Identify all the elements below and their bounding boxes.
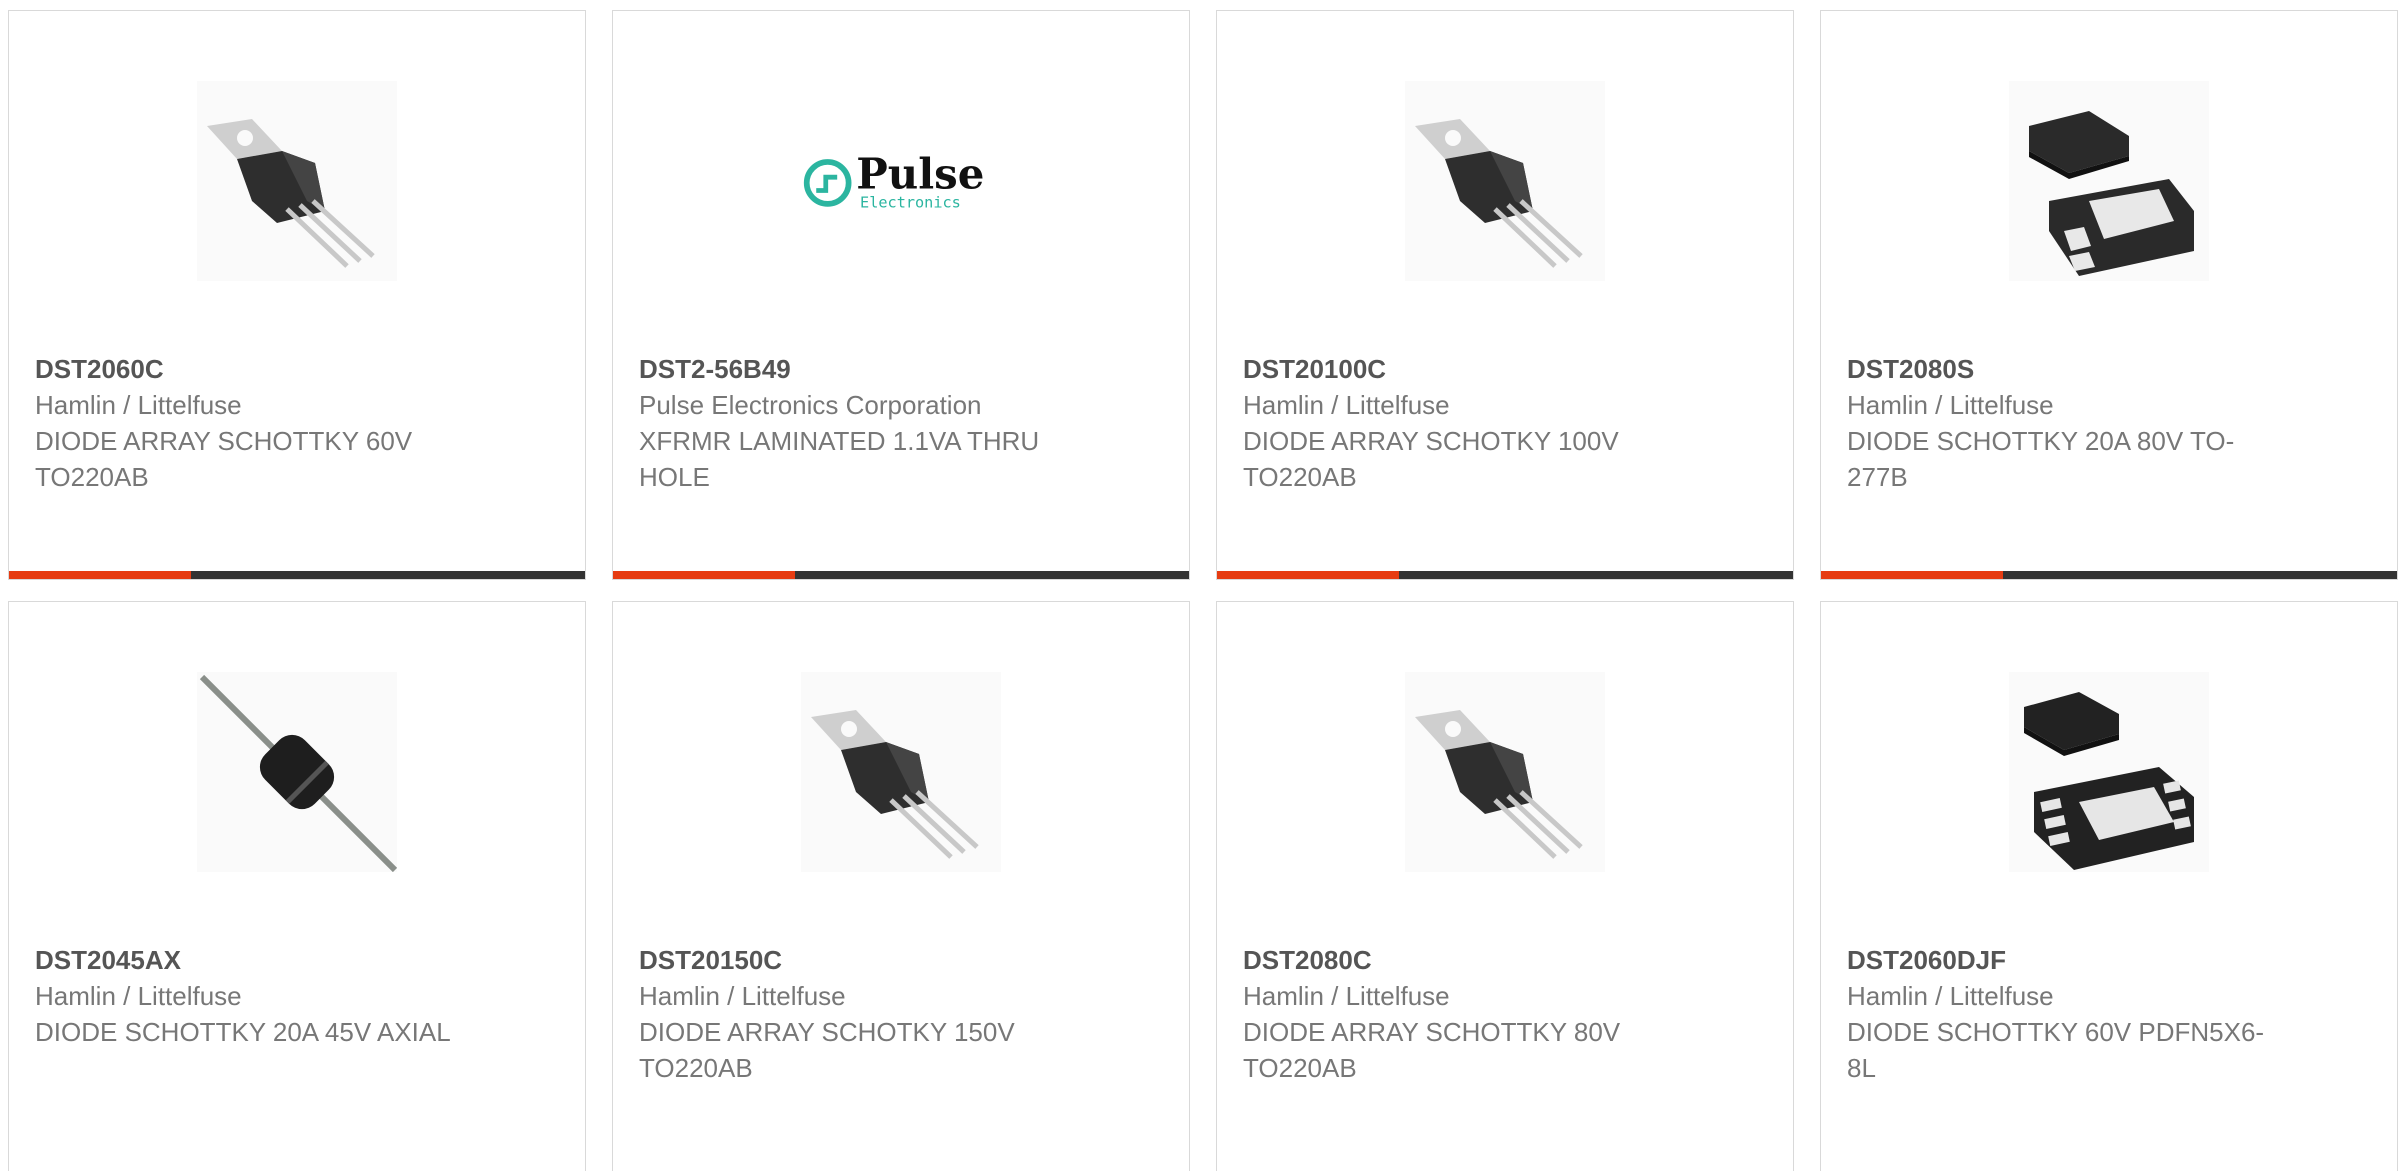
part-number[interactable]: DST2060C: [35, 351, 555, 387]
part-number[interactable]: DST2080S: [1847, 351, 2367, 387]
pdfn-package-icon: [2009, 672, 2209, 872]
product-card[interactable]: Pulse Electronics DST2-56B49 Pulse Elect…: [612, 10, 1190, 580]
product-card[interactable]: DST2080C Hamlin / Littelfuse DIODE ARRAY…: [1216, 601, 1794, 1171]
part-number[interactable]: DST2-56B49: [639, 351, 1159, 387]
to220-package-icon: [197, 81, 397, 281]
description: DIODE ARRAY SCHOTTKY 60V TO220AB: [35, 426, 413, 492]
card-bar: [9, 571, 585, 579]
manufacturer: Hamlin / Littelfuse: [639, 981, 846, 1011]
manufacturer: Hamlin / Littelfuse: [1847, 981, 2054, 1011]
part-number[interactable]: DST2060DJF: [1847, 942, 2367, 978]
product-card[interactable]: DST20150C Hamlin / Littelfuse DIODE ARRA…: [612, 601, 1190, 1171]
card-bar: [613, 571, 1189, 579]
description: DIODE ARRAY SCHOTTKY 80V TO220AB: [1243, 1017, 1621, 1083]
description: DIODE ARRAY SCHOTKY 100V TO220AB: [1243, 426, 1619, 492]
to220-package-icon: [801, 672, 1001, 872]
product-card[interactable]: DST2060DJF Hamlin / Littelfuse DIODE SCH…: [1820, 601, 2398, 1171]
product-card[interactable]: DST2045AX Hamlin / Littelfuse DIODE SCHO…: [8, 601, 586, 1171]
card-bar-accent: [1217, 571, 1399, 579]
description: XFRMR LAMINATED 1.1VA THRU HOLE: [639, 426, 1040, 492]
description: DIODE SCHOTTKY 20A 45V AXIAL: [35, 1017, 451, 1047]
manufacturer: Hamlin / Littelfuse: [35, 981, 242, 1011]
manufacturer: Pulse Electronics Corporation: [639, 390, 982, 420]
product-grid: DST2060C Hamlin / Littelfuse DIODE ARRAY…: [8, 10, 2400, 1171]
pulse-logo-sub: Electronics: [860, 194, 961, 212]
pulse-logo-word: Pulse: [856, 150, 984, 199]
description: DIODE SCHOTTKY 20A 80V TO-277B: [1847, 426, 2235, 492]
to277b-package-icon: [2009, 81, 2209, 281]
product-card[interactable]: DST20100C Hamlin / Littelfuse DIODE ARRA…: [1216, 10, 1794, 580]
card-bar: [1217, 571, 1793, 579]
product-card[interactable]: DST2060C Hamlin / Littelfuse DIODE ARRAY…: [8, 10, 586, 580]
to220-package-icon: [1405, 81, 1605, 281]
card-bar-accent: [613, 571, 795, 579]
description: DIODE SCHOTTKY 60V PDFN5X6-8L: [1847, 1017, 2265, 1083]
manufacturer: Hamlin / Littelfuse: [1243, 390, 1450, 420]
part-number[interactable]: DST2045AX: [35, 942, 555, 978]
manufacturer: Hamlin / Littelfuse: [35, 390, 242, 420]
description: DIODE ARRAY SCHOTKY 150V TO220AB: [639, 1017, 1015, 1083]
pulse-electronics-logo: Pulse Electronics: [801, 81, 1001, 281]
card-bar-accent: [9, 571, 191, 579]
manufacturer: Hamlin / Littelfuse: [1847, 390, 2054, 420]
to220-package-icon: [1405, 672, 1605, 872]
part-number[interactable]: DST20100C: [1243, 351, 1763, 387]
manufacturer: Hamlin / Littelfuse: [1243, 981, 1450, 1011]
part-number[interactable]: DST2080C: [1243, 942, 1763, 978]
product-card[interactable]: DST2080S Hamlin / Littelfuse DIODE SCHOT…: [1820, 10, 2398, 580]
axial-diode-icon: [197, 672, 397, 872]
card-bar: [1821, 571, 2397, 579]
card-bar-accent: [1821, 571, 2003, 579]
part-number[interactable]: DST20150C: [639, 942, 1159, 978]
